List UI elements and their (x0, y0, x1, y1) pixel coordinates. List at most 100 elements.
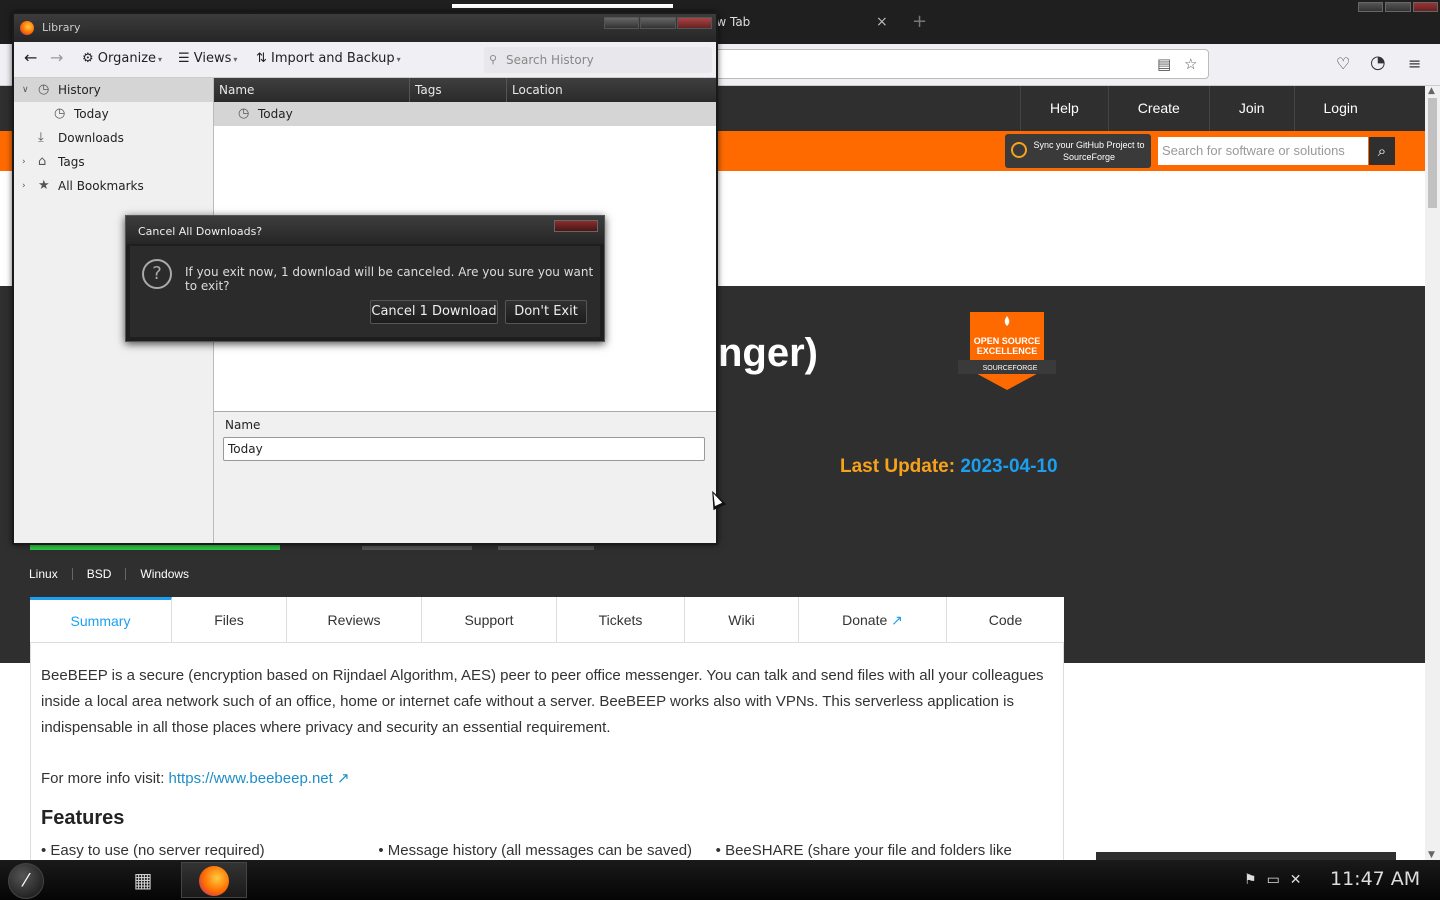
minimize-button[interactable] (604, 17, 640, 29)
collapsed-chevron-icon[interactable]: › (22, 174, 26, 198)
download-button-edge[interactable] (30, 545, 280, 550)
start-menu-button[interactable]: ⁄ (8, 863, 44, 899)
list-icon: ☰ (178, 51, 190, 66)
header-menu: Help Create Join Login (1020, 86, 1387, 131)
tab-close-icon[interactable]: × (876, 10, 888, 34)
site-search-input[interactable]: Search for software or solutions (1158, 137, 1368, 165)
flag-icon[interactable]: ⚑ (1244, 872, 1257, 888)
tab-support[interactable]: Support (422, 597, 557, 643)
tab-code[interactable]: Code (947, 597, 1064, 643)
column-tags[interactable]: Tags (410, 78, 507, 102)
external-link-icon: ↗ (337, 770, 350, 787)
tab-new-tab[interactable]: New Tab × (700, 10, 920, 34)
secondary-button-edge[interactable] (498, 546, 594, 550)
organize-menu[interactable]: ⚙ Organize ▾ (82, 51, 162, 66)
import-backup-menu[interactable]: ⇅ Import and Backup ▾ (256, 51, 401, 66)
page-scrollbar[interactable]: ▲ ▼ (1425, 86, 1440, 860)
sidebar-item-label: History (58, 83, 101, 97)
sidebar-widget (1096, 852, 1396, 860)
column-location[interactable]: Location (507, 78, 716, 102)
summary-content: BeeBEEP is a secure (encryption based on… (30, 643, 1064, 860)
library-toolbar: ← → ⚙ Organize ▾ ☰ Views ▾ ⇅ Import and Ba… (14, 42, 716, 78)
sidebar-item-label: Today (74, 107, 109, 121)
forward-arrow-icon[interactable]: → (50, 48, 63, 67)
dialog-titlebar[interactable]: Cancel All Downloads? (126, 216, 604, 244)
expanded-chevron-icon[interactable]: ∨ (22, 78, 29, 102)
browser-window-controls (1358, 2, 1438, 12)
chevron-down-icon: ▾ (233, 55, 238, 64)
cancel-download-button[interactable]: Cancel 1 Download (370, 300, 498, 324)
sync-label: Sync your GitHub Project to SourceForge (1033, 140, 1145, 162)
row-name: Today (258, 107, 293, 121)
tab-files[interactable]: Files (172, 597, 287, 643)
nav-login[interactable]: Login (1293, 86, 1387, 131)
close-window-button[interactable] (676, 17, 712, 29)
tab-donate[interactable]: Donate ↗ (799, 597, 947, 643)
clock-icon: ◷ (54, 106, 66, 121)
sidebar-item-all-bookmarks[interactable]: › ★ All Bookmarks (14, 174, 213, 198)
minimize-button[interactable] (1358, 2, 1384, 12)
tab-reviews[interactable]: Reviews (287, 597, 422, 643)
gear-icon: ⚙ (82, 51, 94, 66)
close-window-button[interactable] (1412, 2, 1438, 12)
name-field[interactable] (223, 437, 705, 461)
scroll-down-icon[interactable]: ▼ (1428, 850, 1435, 860)
sidebar-item-tags[interactable]: › ⌂ Tags (14, 150, 213, 174)
dont-exit-button[interactable]: Don't Exit (505, 300, 587, 324)
account-icon[interactable]: ◔ (1370, 52, 1386, 73)
column-name[interactable]: Name (214, 78, 410, 102)
search-icon[interactable]: ⌕ (1369, 137, 1395, 165)
library-titlebar[interactable]: Library (14, 14, 716, 42)
back-arrow-icon[interactable]: ← (24, 48, 37, 67)
nav-join[interactable]: Join (1208, 86, 1294, 131)
scroll-up-icon[interactable]: ▲ (1428, 86, 1435, 96)
sync-github-button[interactable]: Sync your GitHub Project to SourceForge (1005, 134, 1151, 168)
maximize-button[interactable] (1385, 2, 1411, 12)
file-manager-icon[interactable]: ▦ (127, 865, 159, 895)
library-window-controls (604, 17, 712, 29)
nav-help[interactable]: Help (1020, 86, 1108, 131)
maximize-button[interactable] (640, 17, 676, 29)
table-row[interactable]: ◷ Today (214, 102, 716, 126)
network-icon[interactable]: ▭ (1267, 872, 1280, 888)
sidebar-item-label: Downloads (58, 131, 124, 145)
sidebar-item-history[interactable]: ∨ ◷ History (14, 78, 213, 102)
reader-view-icon[interactable]: ▤ (1157, 55, 1171, 73)
secondary-button-edge[interactable] (362, 546, 472, 550)
views-menu[interactable]: ☰ Views ▾ (178, 51, 237, 66)
more-info: For more info visit: https://www.beebeep… (41, 766, 1053, 792)
project-website-link[interactable]: https://www.beebeep.net (169, 770, 333, 787)
tab-wiki[interactable]: Wiki (685, 597, 799, 643)
taskbar-clock[interactable]: 11:47 AM (1330, 868, 1420, 890)
scrollbar-thumb[interactable] (1428, 98, 1437, 208)
search-history-input[interactable]: ⚲ Search History (484, 47, 712, 73)
chevron-down-icon: ▾ (158, 55, 163, 64)
import-backup-label: Import and Backup (271, 51, 395, 66)
star-icon[interactable]: ☆ (1184, 55, 1197, 73)
platform-bsd: BSD (71, 568, 126, 580)
taskbar: ⁄ ▦ ⚑ ▭ ✕ 11:47 AM (0, 860, 1440, 900)
sidebar-item-downloads[interactable]: ⤓ Downloads (14, 126, 213, 150)
nav-create[interactable]: Create (1107, 86, 1209, 131)
pocket-icon[interactable]: ♡ (1336, 54, 1350, 73)
feature-item: • BeeSHARE (share your file and folders … (715, 842, 1012, 859)
volume-muted-icon[interactable]: ✕ (1290, 872, 1302, 888)
feature-item: • Easy to use (no server required) (41, 842, 265, 859)
cancel-downloads-dialog: Cancel All Downloads? ? If you exit now,… (125, 215, 605, 342)
tab-summary[interactable]: Summary (30, 597, 172, 643)
system-tray: ⚑ ▭ ✕ (1244, 872, 1302, 888)
new-tab-button[interactable]: + (912, 10, 927, 34)
tree-header: Name Tags Location (214, 78, 716, 102)
url-bar[interactable]: ▤ ☆ (700, 49, 1209, 79)
sidebar-item-today[interactable]: ◷ Today (14, 102, 213, 126)
collapsed-chevron-icon[interactable]: › (22, 150, 26, 174)
project-title: nger) (718, 331, 818, 375)
active-tab-indicator[interactable] (452, 4, 673, 8)
tab-donate-label: Donate (842, 612, 888, 628)
sync-icon (1011, 142, 1027, 158)
dialog-close-button[interactable] (554, 220, 598, 232)
feature-item: • Message history (all messages can be s… (378, 842, 693, 859)
taskbar-firefox-button[interactable] (181, 862, 247, 898)
tab-tickets[interactable]: Tickets (557, 597, 685, 643)
hamburger-menu-icon[interactable]: ≡ (1408, 54, 1421, 73)
